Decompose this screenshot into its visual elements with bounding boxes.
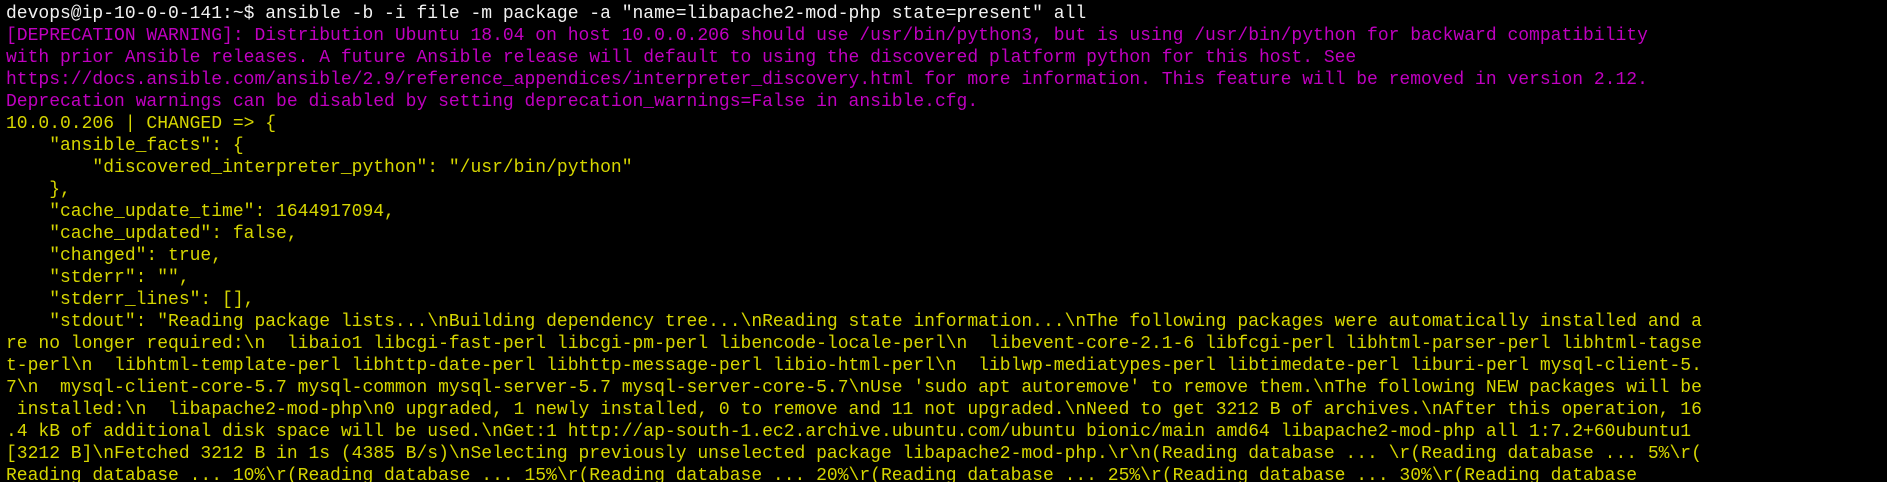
deprecation-warning-line: with prior Ansible releases. A future An… bbox=[6, 48, 1357, 68]
output-line: "stdout": "Reading package lists...\nBui… bbox=[6, 312, 1702, 332]
output-line: [3212 B]\nFetched 3212 B in 1s (4385 B/s… bbox=[6, 444, 1702, 464]
output-line: }, bbox=[6, 180, 71, 200]
output-line: "discovered_interpreter_python": "/usr/b… bbox=[6, 158, 633, 178]
deprecation-warning-line: Deprecation warnings can be disabled by … bbox=[6, 92, 979, 112]
output-line: "ansible_facts": { bbox=[6, 136, 244, 156]
deprecation-warning-line: https://docs.ansible.com/ansible/2.9/ref… bbox=[6, 70, 1648, 90]
output-line: installed:\n libapache2-mod-php\n0 upgra… bbox=[6, 400, 1702, 420]
output-line: 7\n mysql-client-core-5.7 mysql-common m… bbox=[6, 378, 1702, 398]
output-line: "stderr": "", bbox=[6, 268, 190, 288]
output-line: t-perl\n libhtml-template-perl libhttp-d… bbox=[6, 356, 1702, 376]
output-line: "changed": true, bbox=[6, 246, 223, 266]
prompt-command-line: devops@ip-10-0-0-141:~$ ansible -b -i fi… bbox=[6, 4, 1087, 24]
output-line: "stderr_lines": [], bbox=[6, 290, 255, 310]
deprecation-warning-line: [DEPRECATION WARNING]: Distribution Ubun… bbox=[6, 26, 1648, 46]
output-line: "cache_update_time": 1644917094, bbox=[6, 202, 395, 222]
output-line: .4 kB of additional disk space will be u… bbox=[6, 422, 1692, 442]
output-line: Reading database ... 10%\r(Reading datab… bbox=[6, 466, 1638, 482]
output-line: re no longer required:\n libaio1 libcgi-… bbox=[6, 334, 1702, 354]
terminal-window[interactable]: devops@ip-10-0-0-141:~$ ansible -b -i fi… bbox=[0, 0, 1887, 482]
output-line: "cache_updated": false, bbox=[6, 224, 298, 244]
output-line: 10.0.0.206 | CHANGED => { bbox=[6, 114, 277, 134]
